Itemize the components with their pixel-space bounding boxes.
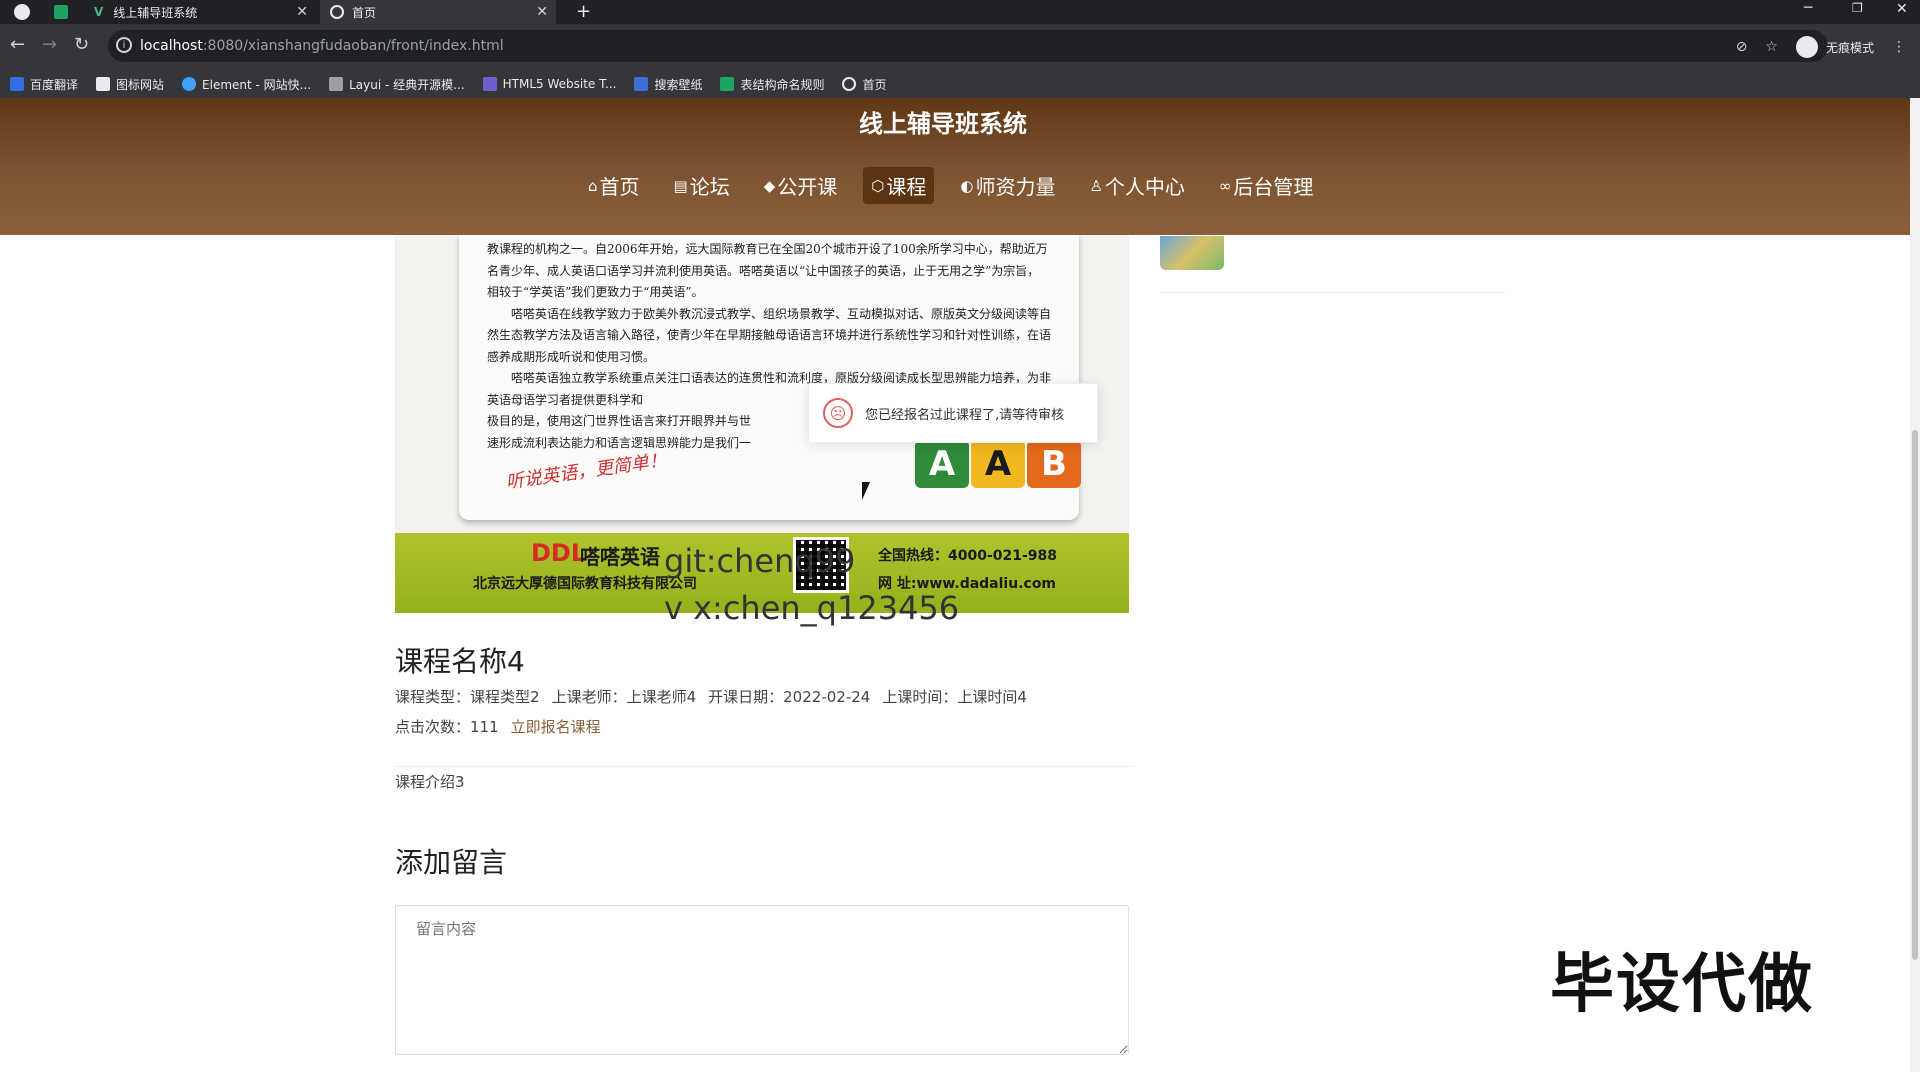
course-teacher: 上课老师：上课老师4 — [551, 688, 697, 706]
course-meta-row: 课程类型：课程类型2 上课老师：上课老师4 开课日期：2022-02-24 上课… — [395, 686, 1027, 707]
mouse-cursor-icon — [862, 482, 870, 500]
close-tab-icon[interactable]: ✕ — [296, 4, 308, 20]
hotline-text: 全国热线：4000-021-988 — [878, 548, 1058, 564]
more-menu-icon[interactable]: ⋮ — [1892, 39, 1906, 55]
bookmark-star-icon[interactable]: ☆ — [1765, 39, 1778, 55]
url-field[interactable]: localhost:8080/xianshangfudaoban/front/i… — [108, 30, 1828, 62]
bookmark-item[interactable]: Element - 网站快... — [182, 76, 311, 93]
nav-teachers[interactable]: ◐ 师资力量 — [952, 167, 1063, 204]
html5-icon — [482, 77, 497, 91]
overlay-stamp: 毕设代做 — [1550, 948, 1814, 1022]
graduation-cap-icon: ◆ — [763, 176, 776, 195]
incognito-icon — [1795, 36, 1818, 58]
enroll-course-link[interactable]: 立即报名课程 — [511, 716, 601, 737]
close-tab-icon[interactable]: ✕ — [536, 4, 548, 20]
bookmarks-bar: 百度翻译 图标网站 Element - 网站快... Layui - 经典开源模… — [0, 70, 1920, 98]
site-title: 线上辅导班系统 — [859, 110, 1027, 138]
course-start-date: 开课日期：2022-02-24 — [708, 688, 871, 706]
scrollbar-thumb[interactable] — [1912, 430, 1918, 960]
watermark-wechat: v x:chen_q123456 — [664, 589, 960, 627]
sheet-icon — [720, 77, 735, 91]
nav-home[interactable]: ⌂ 首页 — [580, 167, 648, 204]
course-clicks: 点击次数：111 — [395, 718, 499, 736]
teacher-icon: ◐ — [960, 176, 974, 195]
forward-icon[interactable]: → — [42, 34, 57, 55]
layui-icon — [329, 77, 344, 91]
nav-open-class[interactable]: ◆ 公开课 — [756, 167, 846, 204]
ddl-logo: DDL — [531, 539, 587, 567]
nav-forum[interactable]: ▤ 论坛 — [666, 167, 738, 204]
browser-tab-home[interactable]: 首页 ✕ — [320, 0, 556, 24]
bookmark-item[interactable]: 表结构命名规则 — [720, 76, 824, 93]
enroll-warning-toast: ☹ 您已经报名过此课程了,请等待审核 — [808, 383, 1098, 443]
element-icon — [182, 77, 197, 91]
banner-paragraph: 嗒嗒英语在线教学致力于欧美外教沉浸式教学、组织场景教学、互动模拟对话、原版英文分… — [487, 306, 1052, 364]
bookmark-item[interactable]: 图标网站 — [96, 76, 164, 93]
watermark-git: git:chenq99 — [664, 542, 856, 580]
reload-icon[interactable]: ↻ — [74, 34, 89, 55]
sidebar-thumbnail[interactable] — [1160, 236, 1224, 270]
chrome-icon — [14, 4, 30, 20]
globe-icon — [330, 5, 344, 19]
vue-icon: V — [94, 5, 104, 19]
browser-tab-system[interactable]: V 线上辅导班系统 ✕ — [84, 0, 316, 24]
url-host: localhost — [140, 38, 203, 54]
link-icon: ∞ — [1218, 176, 1232, 195]
restore-icon[interactable]: ❐ — [1852, 1, 1863, 15]
url-path: :8080/xianshangfudaoban/front/index.html — [202, 38, 504, 54]
letter-blocks: A A B — [915, 440, 1081, 488]
incognito-label: 无痕模式 — [1825, 40, 1874, 55]
brand-name: 嗒嗒英语 — [580, 545, 660, 569]
course-title: 课程名称4 — [395, 645, 525, 678]
letter-block: A — [971, 440, 1025, 488]
user-icon: ♙ — [1089, 176, 1103, 195]
comment-section-title: 添加留言 — [395, 846, 508, 879]
back-icon[interactable]: ← — [10, 34, 25, 55]
globe-icon — [842, 77, 857, 91]
bookmark-item[interactable]: 首页 — [842, 76, 887, 93]
flag-icon — [96, 77, 111, 91]
comment-textarea[interactable] — [395, 905, 1129, 1055]
divider — [1160, 292, 1505, 293]
sheets-tab-icon[interactable] — [54, 5, 68, 19]
divider — [395, 766, 1135, 767]
letter-block: B — [1027, 440, 1081, 488]
course-intro: 课程介绍3 — [395, 773, 465, 791]
course-type: 课程类型：课程类型2 — [395, 688, 540, 706]
nav-profile[interactable]: ♙ 个人中心 — [1081, 167, 1192, 204]
minimize-icon[interactable]: ─ — [1804, 0, 1812, 16]
eye-off-icon[interactable]: ⊘ — [1736, 39, 1748, 55]
bookmark-item[interactable]: 搜索壁纸 — [634, 76, 702, 93]
banner-paragraph: 教课程的机构之一。自2006年开始，远大国际教育已在全国20个城市开设了100余… — [487, 242, 1048, 299]
main-nav: ⌂ 首页 ▤ 论坛 ◆ 公开课 ⬡ 课程 ◐ 师资力量 ♙ 个人中心 ∞ 后台管理 — [580, 167, 1321, 204]
nav-admin[interactable]: ∞ 后台管理 — [1211, 167, 1322, 204]
wallpaper-icon — [634, 77, 649, 91]
forum-icon: ▤ — [673, 176, 688, 195]
toast-message: 您已经报名过此课程了,请等待审核 — [865, 407, 1065, 423]
nav-course[interactable]: ⬡ 课程 — [863, 167, 935, 204]
bookmark-item[interactable]: 百度翻译 — [10, 76, 78, 93]
browser-tab-bar: V 线上辅导班系统 ✕ 首页 ✕ + ─ ❐ ✕ — [0, 0, 1920, 24]
new-tab-icon[interactable]: + — [576, 1, 591, 22]
home-icon: ⌂ — [588, 176, 598, 195]
site-info-icon[interactable]: i — [116, 37, 132, 53]
incognito-indicator[interactable]: 无痕模式 — [1795, 36, 1874, 58]
close-window-icon[interactable]: ✕ — [1896, 1, 1908, 17]
tab-label: 首页 — [352, 5, 377, 20]
translate-icon — [10, 77, 24, 91]
tab-label: 线上辅导班系统 — [113, 5, 198, 20]
browser-actions: ⊘ ☆ 无痕模式 ⋮ — [1736, 36, 1906, 58]
bookmark-item[interactable]: HTML5 Website T... — [482, 77, 616, 91]
course-meta-row-2: 点击次数：111 立即报名课程 — [395, 716, 601, 737]
sad-face-icon: ☹ — [823, 398, 853, 428]
letter-block: A — [915, 440, 969, 488]
course-icon: ⬡ — [871, 176, 885, 195]
course-time: 上课时间：上课时间4 — [882, 688, 1027, 706]
bookmark-item[interactable]: Layui - 经典开源模... — [329, 76, 465, 93]
